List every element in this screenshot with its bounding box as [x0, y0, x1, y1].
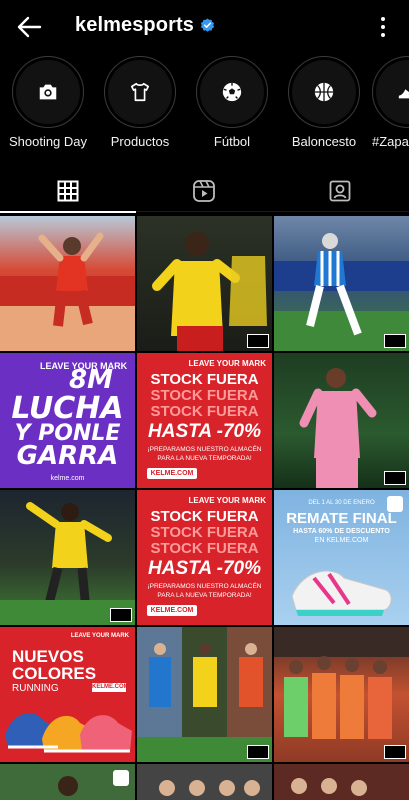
post-image-player-collage [137, 627, 272, 762]
post-subtext: PARA LA NUEVA TEMPORADA! [157, 592, 252, 599]
post-cta: KELME.COM [147, 468, 197, 479]
shoe-icon [398, 89, 409, 99]
highlight-label: Fútbol [213, 134, 251, 149]
post-image-futsal-team [274, 627, 409, 739]
more-vertical-icon[interactable] [379, 16, 387, 38]
post-text: GARRA [16, 441, 119, 471]
tab-reels[interactable] [136, 170, 272, 212]
post-image-futsal-shoes [291, 570, 392, 616]
profile-tabs [0, 170, 409, 213]
post-thumbnail[interactable] [274, 764, 409, 800]
reel-icon [387, 496, 403, 512]
username-row: kelmesports [75, 14, 215, 37]
post-image-team-partial [159, 780, 260, 796]
leave-your-mark-logo [384, 471, 406, 485]
profile-username: kelmesports [75, 14, 194, 36]
post-image-pink-kit-player [299, 368, 377, 488]
post-thumbnail[interactable]: LEAVE YOUR MARK STOCK FUERA STOCK FUERA … [137, 490, 272, 625]
highlight-label: #Zapa [372, 134, 409, 149]
grid-icon [57, 180, 79, 202]
story-highlights: Shooting Day Productos Fútbol Baloncesto [0, 56, 409, 152]
post-cta: KELME.COM [92, 683, 129, 692]
post-subtext: PARA LA NUEVA TEMPORADA! [157, 455, 252, 462]
post-thumbnail[interactable] [274, 353, 409, 488]
post-thumbnail[interactable] [274, 216, 409, 351]
post-subtext: HASTA 60% DE DESCUENTO [293, 528, 390, 535]
profile-header: kelmesports [0, 0, 409, 52]
post-thumbnail[interactable] [0, 764, 135, 800]
post-thumbnail[interactable]: DEL 1 AL 30 DE ENERO REMATE FINAL HASTA … [274, 490, 409, 625]
post-image-running-shoes [5, 713, 132, 753]
verified-badge-icon [200, 18, 214, 32]
leave-your-mark-logo [384, 745, 406, 759]
reel-icon [113, 222, 129, 238]
post-image-espanyol-player [274, 233, 409, 351]
tab-posts[interactable] [0, 170, 136, 213]
highlight-productos[interactable]: Productos [96, 56, 184, 149]
post-text: STOCK FUERA [150, 540, 259, 557]
camera-icon [39, 84, 57, 100]
post-text: STOCK FUERA [150, 524, 259, 541]
post-text: REMATE FINAL [286, 510, 397, 527]
highlight-label: Shooting Day [8, 134, 88, 149]
post-image-celebrating-player [0, 502, 135, 625]
tagged-person-icon [329, 180, 351, 202]
highlight-label: Productos [110, 134, 170, 149]
leave-your-mark-logo [247, 334, 269, 348]
post-text: STOCK FUERA [150, 508, 259, 525]
highlight-baloncesto[interactable]: Baloncesto [280, 56, 368, 149]
post-subtext: EN KELME.COM [314, 537, 369, 544]
highlight-zapa[interactable]: #Zapa [372, 56, 409, 149]
post-text: STOCK FUERA [150, 387, 259, 404]
post-text: STOCK FUERA [150, 403, 259, 420]
highlight-futbol[interactable]: Fútbol [188, 56, 276, 149]
highlight-label: Baloncesto [291, 134, 357, 149]
post-cta: KELME.COM [147, 605, 197, 616]
post-text: HASTA -70% [148, 558, 261, 579]
post-thumbnail[interactable]: LEAVE YOUR MARK STOCK FUERA STOCK FUERA … [137, 353, 272, 488]
post-subtext: ¡PREPARAMOS NUESTRO ALMACÉN [147, 446, 262, 453]
post-thumbnail[interactable] [137, 764, 272, 800]
arrow-left-icon[interactable] [14, 12, 44, 42]
posts-grid: LEAVE YOUR MARK 8M LUCHA Y PONLE GARRA k… [0, 216, 409, 800]
leave-your-mark-logo [247, 745, 269, 759]
post-thumbnail[interactable]: LEAVE YOUR MARK 8M LUCHA Y PONLE GARRA k… [0, 353, 135, 488]
post-footer: kelme.com [50, 475, 85, 482]
post-text: HASTA -70% [148, 421, 261, 442]
post-thumbnail[interactable] [137, 627, 272, 762]
post-text: STOCK FUERA [150, 371, 259, 388]
tshirt-icon [130, 82, 150, 102]
post-thumbnail[interactable] [137, 216, 272, 351]
reels-icon [193, 180, 215, 202]
highlight-shooting-day[interactable]: Shooting Day [4, 56, 92, 149]
post-thumbnail[interactable] [0, 490, 135, 625]
basketball-icon [314, 82, 334, 102]
post-text: COLORES [12, 664, 97, 683]
leave-your-mark-logo [110, 608, 132, 622]
post-thumbnail[interactable] [0, 216, 135, 351]
tab-tagged[interactable] [272, 170, 408, 212]
post-image-crowd-partial [291, 778, 367, 796]
reel-icon [113, 770, 129, 786]
post-subtext: ¡PREPARAMOS NUESTRO ALMACÉN [147, 583, 262, 590]
post-thumbnail[interactable] [274, 627, 409, 762]
leave-your-mark-logo [384, 334, 406, 348]
post-thumbnail[interactable]: LEAVE YOUR MARK NUEVOS COLORES RUNNING K… [0, 627, 135, 762]
post-image-watford-player [152, 232, 267, 351]
soccer-ball-icon [222, 82, 242, 102]
